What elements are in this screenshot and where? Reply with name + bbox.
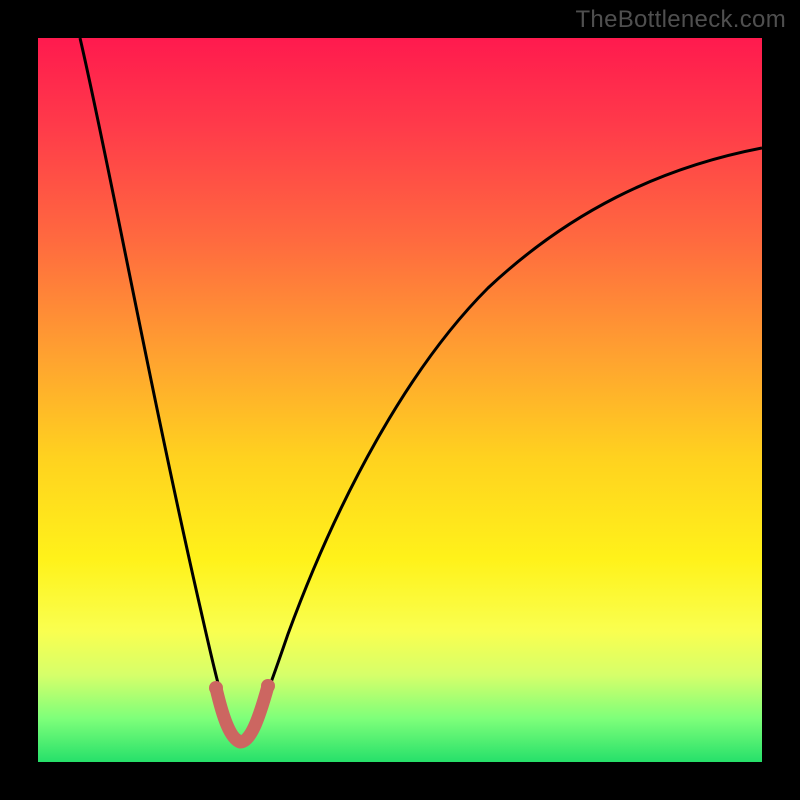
highlight-path (216, 686, 268, 742)
watermark-text: TheBottleneck.com (575, 6, 786, 34)
highlight-dot (209, 681, 223, 695)
chart-area (38, 38, 762, 762)
curve-path (80, 38, 762, 738)
highlight-dot (261, 679, 275, 693)
chart-svg (38, 38, 762, 762)
